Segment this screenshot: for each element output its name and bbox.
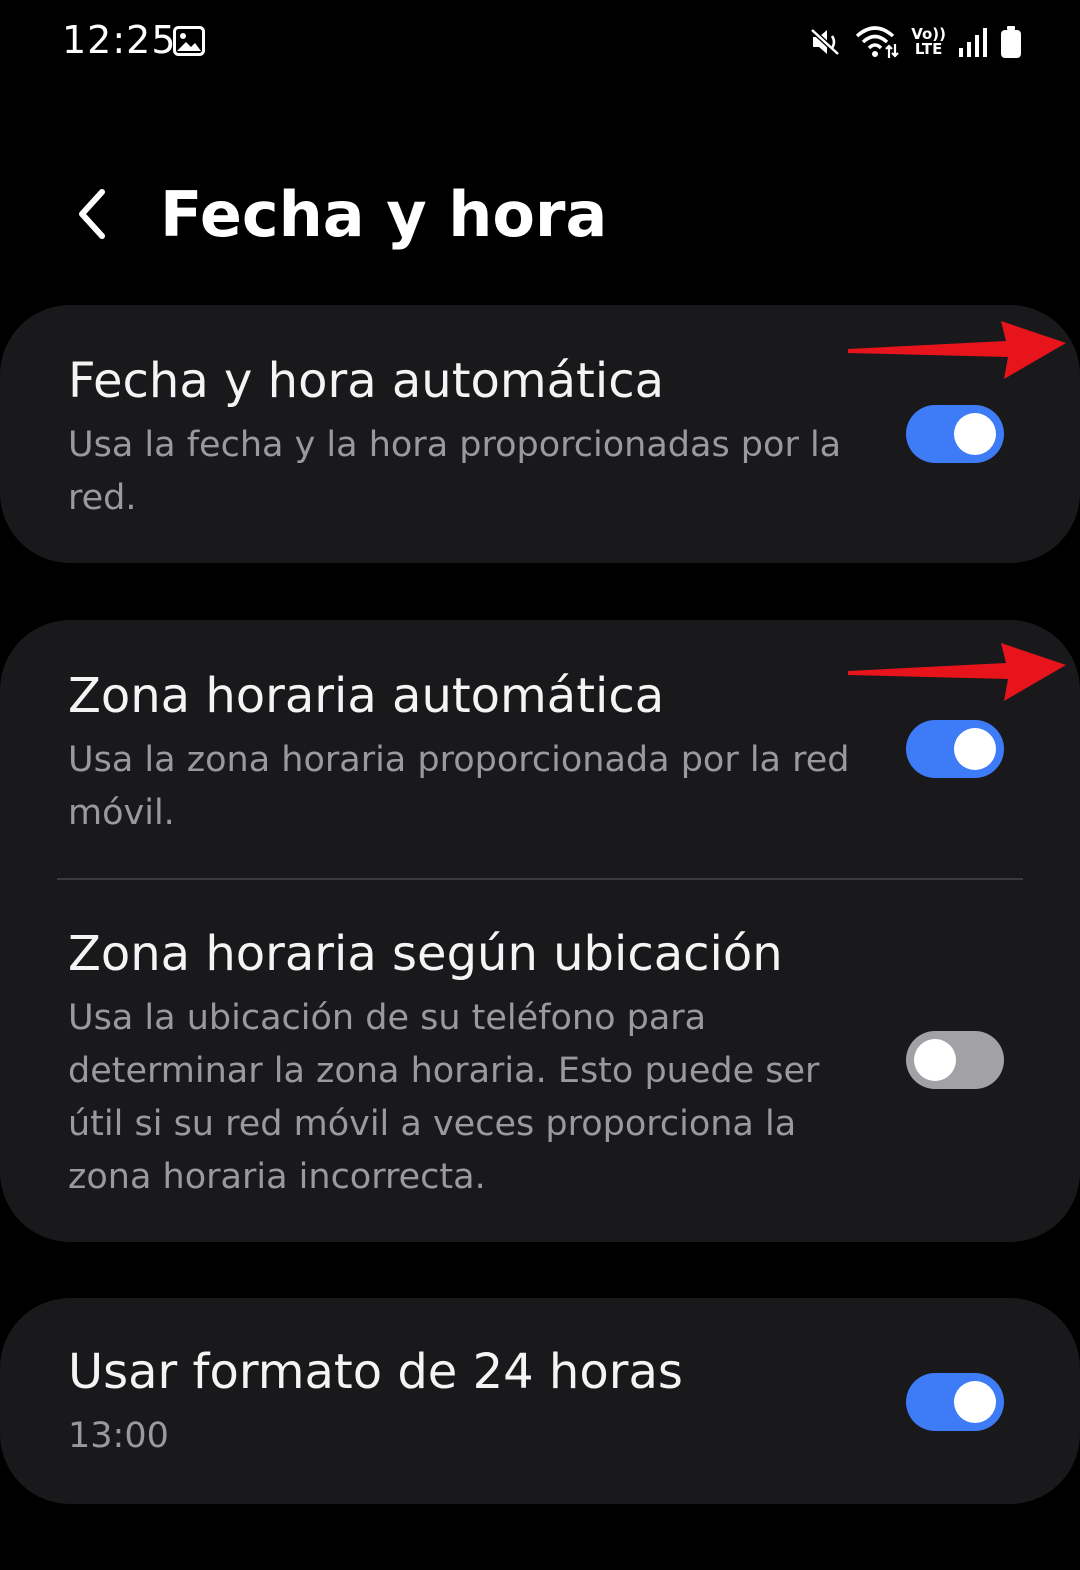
auto-time-zone-toggle[interactable] [906,720,1004,778]
chevron-left-icon [79,189,105,239]
status-time: 12:25 [62,18,177,62]
setting-title: Zona horaria según ubicación [68,926,783,982]
toggle-knob [914,1039,956,1081]
signal-icon [958,26,988,58]
setting-subtitle: Usa la fecha y la hora proporcionadas po… [68,425,842,518]
setting-subtitle: 13:00 [68,1416,169,1456]
annotation-arrow-icon [848,321,1066,379]
auto-date-time-toggle[interactable] [906,405,1004,463]
mute-icon [809,25,843,59]
back-button[interactable] [60,182,124,246]
status-bar: 12:25 Vo)) LTE [0,0,1080,84]
setting-subtitle: Usa la ubicación de su teléfono para det… [68,998,820,1197]
setting-title: Usar formato de 24 horas [68,1344,683,1400]
volte-icon: Vo)) LTE [911,27,946,57]
toggle-knob [954,728,996,770]
status-icons: Vo)) LTE [809,20,1022,64]
setting-subtitle: Usa la zona horaria proporcionada por la… [68,740,850,833]
app-bar: Fecha y hora [0,160,1080,280]
setting-24-hour-format[interactable]: Usar formato de 24 horas 13:00 [0,1298,1080,1504]
settings-card-24-hour: Usar formato de 24 horas 13:00 [0,1298,1080,1504]
setting-title: Fecha y hora automática [68,353,665,409]
24-hour-format-toggle[interactable] [906,1373,1004,1431]
setting-location-time-zone[interactable]: Zona horaria según ubicación Usa la ubic… [0,880,1080,1242]
toggle-knob [954,1381,996,1423]
battery-icon [1000,25,1022,59]
wifi-icon [855,24,899,60]
settings-card-time-zone: Zona horaria automática Usa la zona hora… [0,620,1080,1242]
setting-title: Zona horaria automática [68,668,665,724]
page-title: Fecha y hora [160,178,608,251]
toggle-knob [954,413,996,455]
location-time-zone-toggle[interactable] [906,1031,1004,1089]
volte-bottom-label: LTE [914,40,943,58]
gallery-icon [173,26,205,56]
annotation-arrow-icon [848,643,1066,701]
